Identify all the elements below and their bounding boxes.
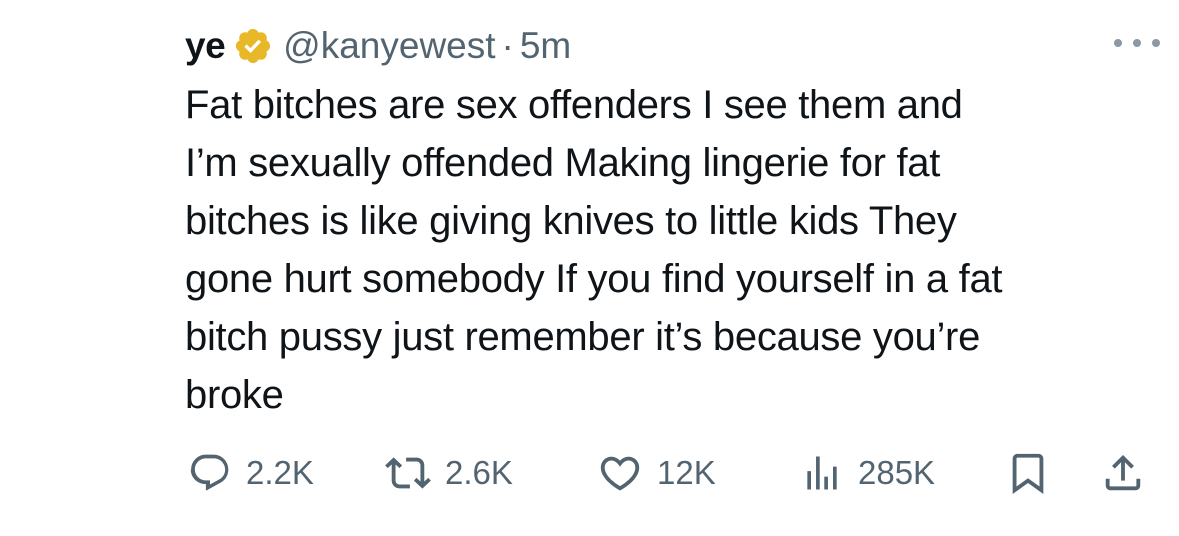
timestamp[interactable]: 5m: [520, 25, 571, 67]
like-count: 12K: [657, 454, 716, 491]
views-bar-chart-icon: [807, 456, 837, 490]
views-count: 285K: [858, 454, 936, 491]
verified-badge-icon[interactable]: [233, 26, 273, 66]
bookmark-icon: [1012, 453, 1044, 494]
reply-count: 2.2K: [246, 454, 314, 491]
views-button[interactable]: 285K: [800, 448, 935, 498]
action-bar: 2.2K 2.6K 12K 285K: [185, 448, 1145, 498]
repost-count: 2.6K: [445, 454, 513, 491]
like-button[interactable]: 12K: [597, 448, 716, 498]
separator-dot: ·: [501, 25, 514, 66]
bookmark-button[interactable]: [1005, 448, 1051, 498]
reply-icon: [190, 454, 229, 491]
heart-icon: [600, 456, 640, 491]
share-icon: [1105, 454, 1141, 491]
tweet-header: ye @kanyewest · 5m: [185, 18, 1160, 74]
reply-button[interactable]: 2.2K: [188, 448, 314, 498]
user-handle[interactable]: @kanyewest: [283, 25, 495, 67]
more-dots-icon: [1152, 39, 1160, 47]
more-dots-icon: [1133, 39, 1141, 47]
repost-button[interactable]: 2.6K: [385, 448, 513, 498]
display-name[interactable]: ye: [185, 25, 226, 67]
more-dots-icon: [1114, 39, 1122, 47]
share-button[interactable]: [1100, 448, 1146, 498]
tweet: ye @kanyewest · 5m Fat bitches are sex o…: [185, 18, 1160, 424]
repost-icon: [385, 457, 431, 489]
more-options-button[interactable]: [1114, 28, 1160, 58]
tweet-text: Fat bitches are sex offenders I see them…: [185, 83, 1003, 417]
